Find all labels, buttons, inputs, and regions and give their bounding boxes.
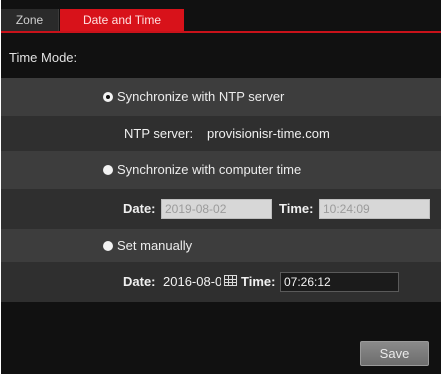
save-button[interactable]: Save [360, 341, 429, 366]
tab-zone[interactable]: Zone [1, 9, 59, 31]
tab-underline [1, 31, 441, 33]
radio-label-ntp: Synchronize with NTP server [117, 89, 285, 104]
radio-option-manual[interactable]: Set manually [103, 237, 192, 255]
ntp-server-value[interactable]: provisionisr-time.com [207, 124, 330, 144]
tab-date-and-time[interactable]: Date and Time [60, 9, 184, 31]
manual-time-label: Time: [241, 274, 276, 289]
manual-option-row [1, 229, 441, 262]
calendar-icon[interactable] [224, 275, 237, 286]
computer-date-field: 2019-08-02 [161, 199, 272, 219]
manual-date-label: Date: [123, 274, 156, 289]
settings-panel: Zone Date and Time Time Mode: Synchroniz… [1, 0, 441, 374]
manual-time-field[interactable]: 07:26:12 [280, 272, 399, 292]
radio-button-icon[interactable] [103, 240, 113, 251]
radio-label-computer-time: Synchronize with computer time [117, 162, 302, 177]
radio-label-manual: Set manually [117, 238, 193, 253]
radio-button-icon[interactable] [103, 91, 113, 102]
computer-date-label: Date: [123, 201, 156, 216]
computer-time-field: 10:24:09 [319, 199, 430, 219]
time-mode-title: Time Mode: [9, 50, 78, 65]
radio-button-icon[interactable] [103, 164, 113, 175]
radio-option-ntp[interactable]: Synchronize with NTP server [103, 88, 284, 106]
computer-time-label: Time: [279, 201, 314, 216]
radio-option-computer-time[interactable]: Synchronize with computer time [103, 161, 301, 179]
ntp-server-label: NTP server: [124, 126, 194, 141]
tab-bar: Zone Date and Time [1, 0, 441, 31]
manual-date-field[interactable]: 2016-08-02 [161, 272, 221, 292]
